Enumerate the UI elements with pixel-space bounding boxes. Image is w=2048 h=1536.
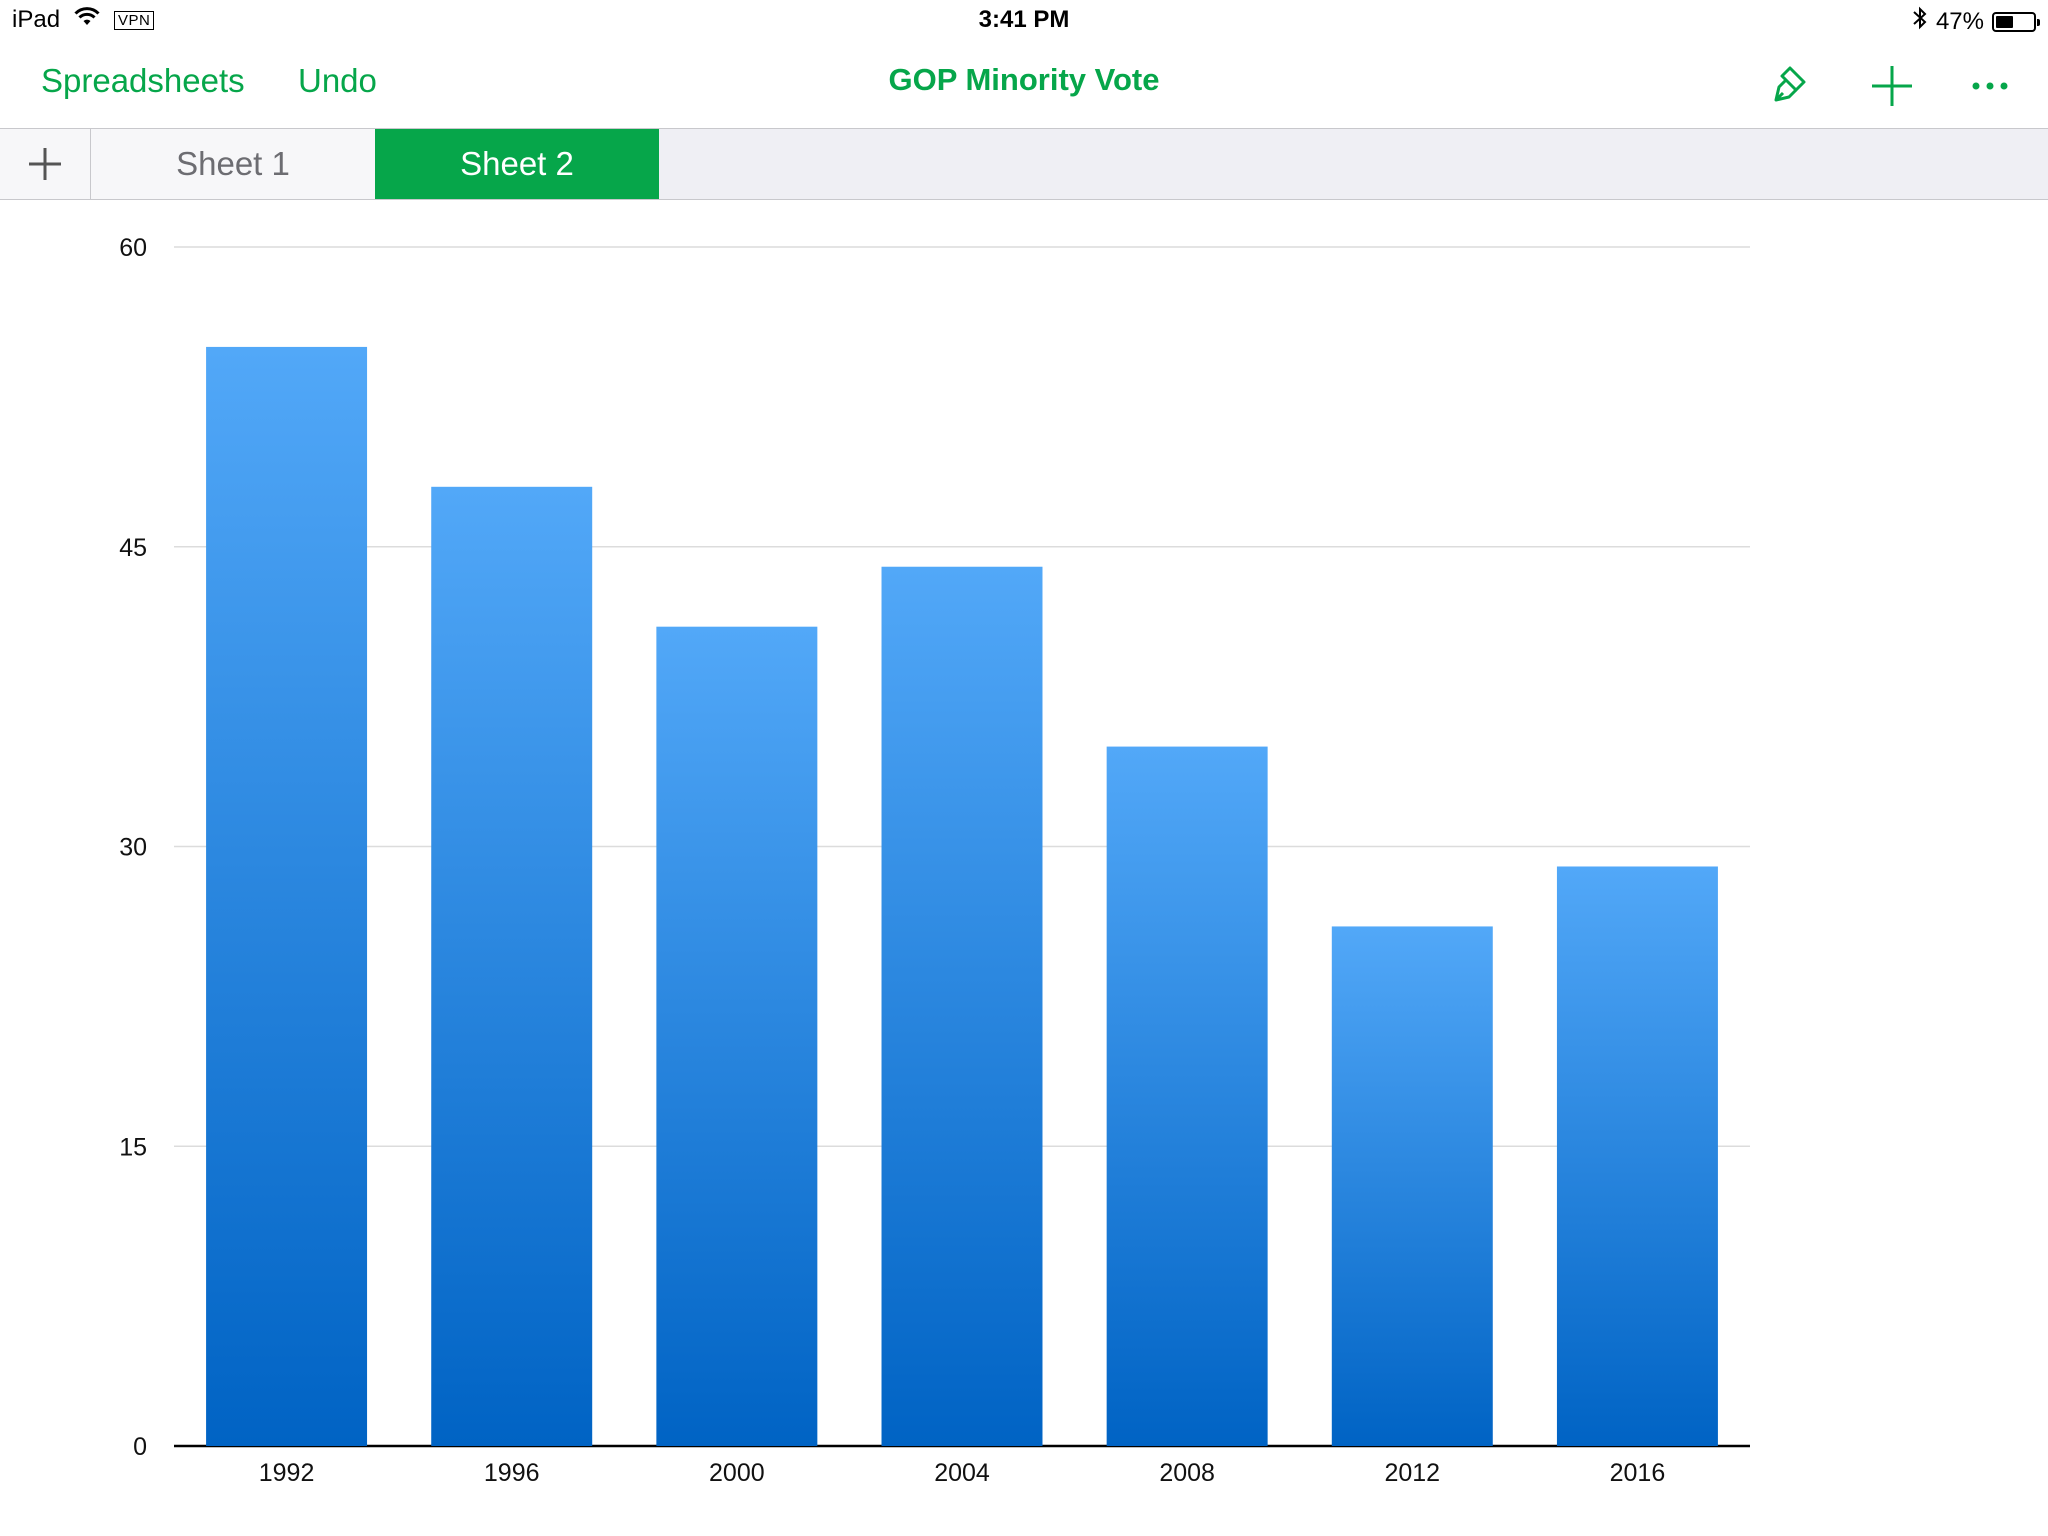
- tab-sheet-2[interactable]: Sheet 2: [375, 129, 659, 199]
- bar-2008[interactable]: [1106, 746, 1268, 1446]
- tab-sheet-1[interactable]: Sheet 1: [91, 129, 375, 199]
- x-tick-label: 2008: [1159, 1459, 1215, 1487]
- battery-level: [1996, 15, 2013, 28]
- x-tick-label: 1992: [259, 1459, 315, 1487]
- status-time: 3:41 PM: [978, 6, 1070, 33]
- plus-icon: [29, 148, 61, 180]
- undo-button[interactable]: Undo: [298, 62, 377, 100]
- bar-2012[interactable]: [1331, 926, 1493, 1446]
- status-bar: iPad VPN 3:41 PM 47%: [0, 0, 2048, 40]
- x-tick-label: 1996: [484, 1459, 540, 1487]
- toolbar: Spreadsheets Undo GOP Minority Vote: [0, 40, 2048, 129]
- y-tick-label: 30: [119, 834, 147, 862]
- x-tick-label: 2000: [709, 1459, 765, 1487]
- bar-1992[interactable]: [206, 346, 368, 1446]
- y-tick-label: 0: [133, 1433, 147, 1461]
- spreadsheets-back-button[interactable]: Spreadsheets: [41, 62, 245, 100]
- y-tick-label: 15: [119, 1133, 147, 1161]
- bar-2000[interactable]: [656, 626, 818, 1446]
- x-tick-label: 2004: [934, 1459, 990, 1487]
- plus-icon[interactable]: [1868, 62, 1916, 110]
- paintbrush-icon[interactable]: [1766, 62, 1814, 110]
- y-tick-label: 45: [119, 534, 147, 562]
- bar-chart[interactable]: 0 15 30 45 60 1992 1996 2000 2004 2008 2012 2016: [0, 200, 2048, 1536]
- status-right: 47%: [1912, 6, 2040, 37]
- bluetooth-icon: [1912, 6, 1928, 37]
- bar-2004[interactable]: [881, 566, 1043, 1446]
- add-sheet-button[interactable]: [0, 129, 91, 199]
- bar-1996[interactable]: [431, 486, 593, 1446]
- x-tick-label: 2012: [1384, 1459, 1440, 1487]
- battery-percent: 47%: [1935, 7, 1984, 35]
- y-tick-label: 60: [119, 234, 147, 262]
- sheet-tab-bar: Sheet 1 Sheet 2: [0, 129, 2048, 200]
- chart-canvas: 0 15 30 45 60 1992 1996 2000 2004 2008 2012 2016: [119, 234, 1750, 1487]
- x-tick-label: 2016: [1610, 1459, 1666, 1487]
- battery-icon: [1992, 11, 2040, 32]
- bar-2016[interactable]: [1556, 866, 1718, 1446]
- more-icon[interactable]: [1966, 62, 2014, 110]
